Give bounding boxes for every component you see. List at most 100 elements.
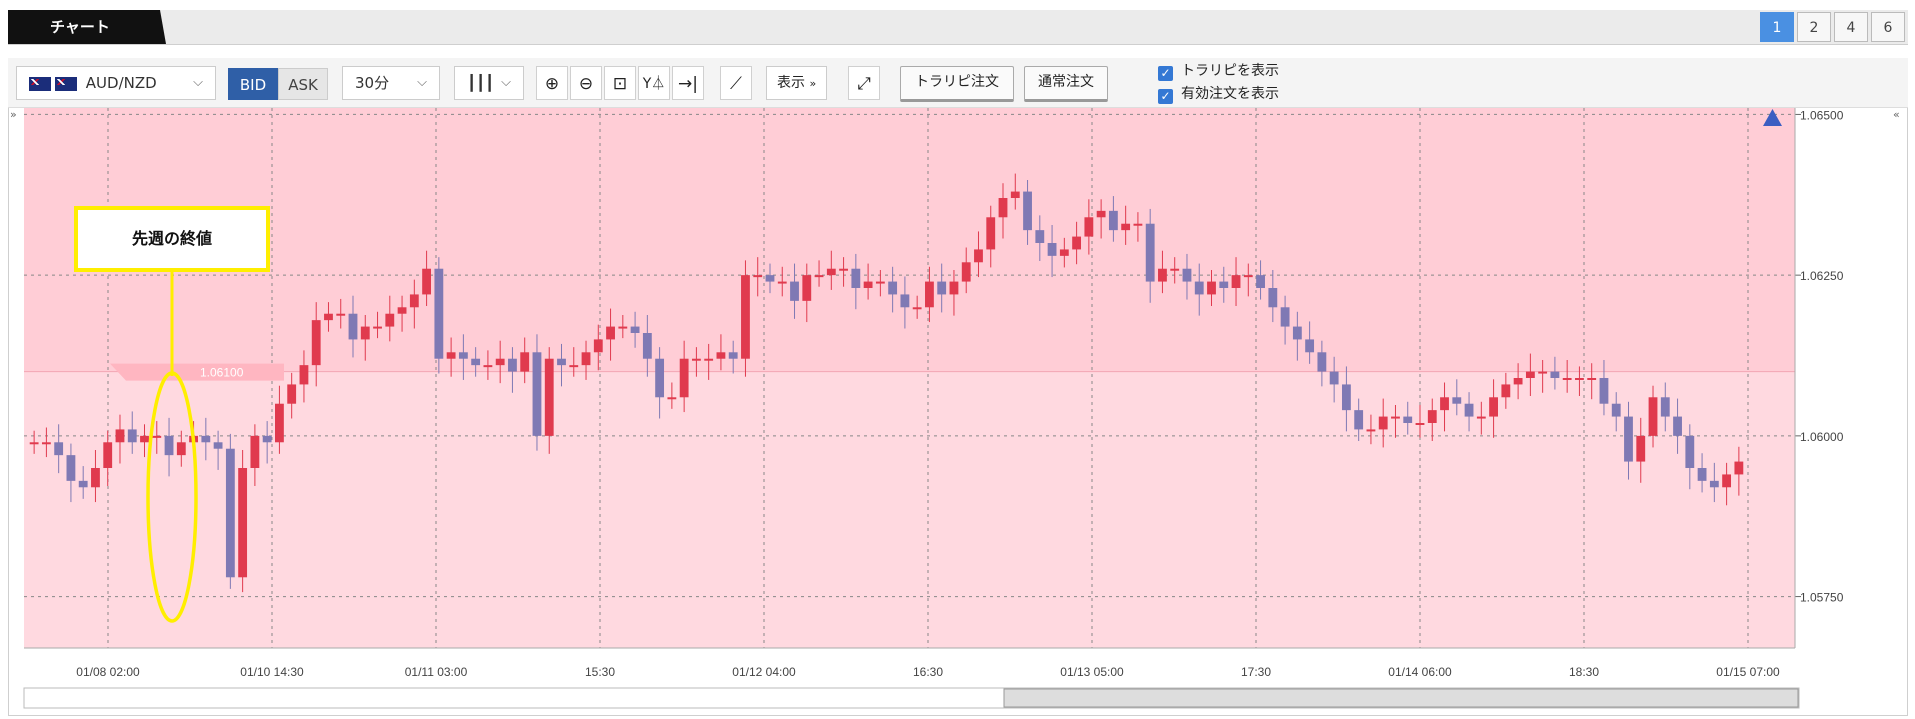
candle-body [152,435,162,438]
candle-body [1685,435,1695,468]
candle-body [1072,236,1082,250]
candle-body [716,352,726,359]
candle-body [311,320,321,366]
candle-body [925,281,934,308]
candle-body [1501,384,1511,398]
candle-body [1489,397,1498,417]
candle-body [1513,378,1523,385]
candle-body [275,403,284,443]
candle-body [446,352,456,359]
candle-body [655,358,665,398]
candle-body [765,275,775,282]
time-scrollbar-handle [1003,688,1799,708]
candle-body [1219,281,1229,288]
candle-body [1550,371,1560,378]
candle-body [606,326,615,340]
candle-body [691,358,701,361]
price-chart[interactable]: 1.05750 1.06000 1.06250 1.06500 01/08 02:00 0… [0,0,1915,719]
candle-body [1280,307,1290,327]
y-tick-label: 1.06250 [1800,269,1844,283]
candle-body [508,358,517,372]
candle-body [458,352,468,359]
prev-close-tag-label: 1.06100 [200,366,244,380]
candle-body [839,268,848,271]
candle-body [1317,352,1327,372]
candle-body [1391,416,1400,419]
y-tick-label: 1.05750 [1800,591,1844,605]
candle-body [875,281,885,284]
candle-body [176,442,186,456]
candle-body [91,468,100,488]
candle-body [1587,378,1597,380]
candle-body [1599,378,1609,404]
x-tick-label: 16:30 [913,665,943,679]
candle-body [41,442,51,445]
candle-body [250,435,260,468]
candle-body [262,435,272,443]
candle-body [1403,416,1413,423]
candle-body [127,429,137,443]
candle-body [1464,403,1474,417]
candle-body [704,358,714,361]
x-tick-label: 01/10 14:30 [240,665,304,679]
candle-body [1366,429,1376,432]
candle-body [1427,410,1437,423]
candle-body [434,268,444,359]
candle-body [642,333,652,359]
candle-body [1562,378,1572,380]
candle-body [483,365,493,368]
candle-body [1734,461,1744,475]
candle-body [679,358,689,398]
candle-body [422,268,432,295]
candle-body [741,275,750,359]
candle-body [1047,243,1057,256]
candle-body [544,358,554,436]
x-tick-label: 01/11 03:00 [405,665,468,679]
candle-body [336,313,346,316]
candle-body [1636,435,1646,462]
candle-body [618,326,628,329]
candle-body [140,435,149,443]
candle-body [1305,339,1315,353]
candle-body [29,442,39,445]
candle-body [1709,480,1719,488]
candle-body [397,307,407,314]
candle-body [115,429,125,443]
candle-body [348,313,358,340]
candle-body [1256,275,1265,288]
x-tick-label: 01/14 06:00 [1388,665,1452,679]
candle-body [1673,416,1682,436]
candle-body [495,358,505,366]
candle-body [851,268,861,288]
candle-body [299,365,309,385]
candle-body [1575,378,1584,380]
candle-body [532,352,542,436]
candle-body [1452,397,1462,404]
candle-body [287,384,297,404]
x-tick-label: 17:30 [1241,665,1271,679]
candle-body [1660,397,1670,417]
candle-body [581,352,591,366]
candle-body [1329,371,1339,385]
candle-body [1341,384,1351,411]
candle-body [385,313,395,327]
candle-body [814,275,824,278]
candle-body [1096,210,1106,218]
candle-body [1648,397,1658,436]
candle-body [1268,288,1278,308]
candle-body [949,281,959,295]
candle-body [569,365,579,368]
candle-body [974,249,983,263]
candle-body [1023,191,1032,231]
candle-body [1476,416,1486,419]
candle-body [900,294,910,308]
x-tick-label: 18:30 [1569,665,1599,679]
x-tick-label: 01/12 04:00 [732,665,796,679]
candle-body [1035,230,1045,243]
candle-body [937,281,947,295]
candle-body [826,268,836,276]
candle-body [667,397,677,400]
candle-body [1243,275,1253,278]
candle-body [78,480,88,488]
candle-body [888,281,898,295]
